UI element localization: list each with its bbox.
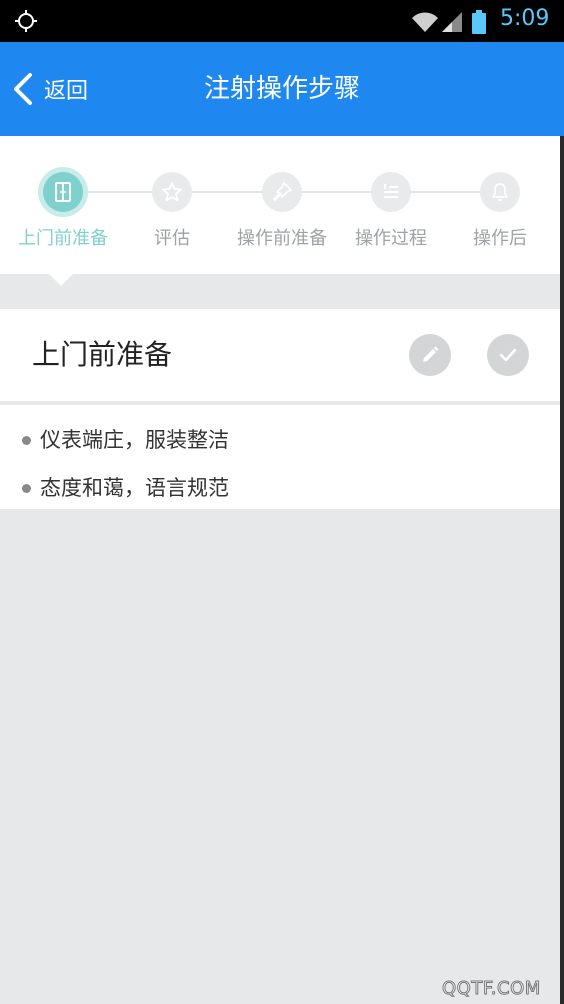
edit-button[interactable]	[409, 334, 451, 376]
wifi-icon	[412, 12, 438, 32]
step-operation-process[interactable]: 操作过程	[331, 172, 451, 250]
signal-icon	[442, 12, 462, 32]
step-progress: 上门前准备 评估 操作前准备 操作过程 操作后	[0, 136, 564, 274]
page-title: 注射操作步骤	[203, 74, 360, 104]
step-pre-operation[interactable]: 操作前准备	[222, 172, 342, 250]
list-item: 态度和蔼，语言规范	[0, 475, 560, 523]
bell-icon	[492, 183, 508, 201]
status-bar: 5:09	[0, 0, 564, 42]
step-circle	[262, 172, 302, 212]
step-circle	[480, 172, 520, 212]
complete-button[interactable]	[487, 334, 529, 376]
check-icon	[499, 348, 517, 362]
star-icon	[162, 182, 182, 202]
step-label: 上门前准备	[18, 228, 108, 249]
gps-icon	[15, 10, 37, 32]
step-label: 操作前准备	[237, 228, 327, 249]
bullet-icon	[22, 484, 31, 493]
step-label: 操作过程	[355, 228, 427, 249]
checklist: 仪表端庄，服装整洁 态度和蔼，语言规范	[0, 405, 560, 509]
section-title: 上门前准备	[32, 338, 173, 371]
step-assessment[interactable]: 评估	[112, 172, 232, 250]
step-post-operation[interactable]: 操作后	[440, 172, 560, 250]
pin-icon	[273, 182, 292, 201]
bullet-icon	[22, 436, 31, 445]
section-header: 上门前准备	[0, 309, 560, 401]
step-prepare-visit[interactable]: 上门前准备	[3, 172, 123, 250]
step-circle	[371, 172, 411, 212]
step-label: 操作后	[473, 228, 527, 249]
list-icon	[384, 184, 398, 198]
watermark: QQTF.COM	[442, 978, 541, 1000]
status-time: 5:09	[500, 6, 550, 31]
door-icon	[55, 182, 71, 202]
list-item: 仪表端庄，服装整洁	[0, 427, 560, 475]
step-circle	[152, 172, 192, 212]
list-item-text: 态度和蔼，语言规范	[40, 476, 229, 500]
edit-icon	[423, 346, 439, 362]
battery-icon	[472, 10, 486, 34]
active-step-pointer	[47, 272, 75, 286]
app-header: 返回 注射操作步骤	[0, 42, 564, 136]
list-item-text: 仪表端庄，服装整洁	[40, 428, 229, 452]
step-circle	[43, 172, 83, 212]
screen-edge	[560, 136, 564, 1004]
step-label: 评估	[154, 228, 190, 249]
